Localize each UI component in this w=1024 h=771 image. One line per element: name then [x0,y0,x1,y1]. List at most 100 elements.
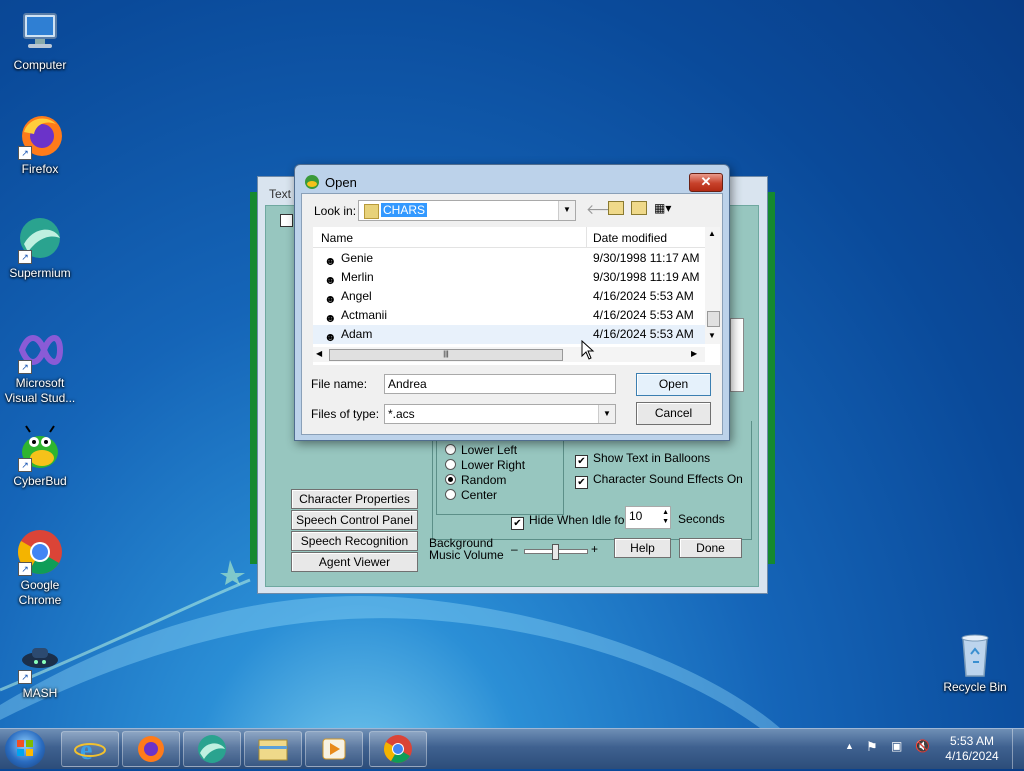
taskbar: e ▲ ⚑ ▣ 🔇 5:53 AM 4/16/2024 [0,728,1024,769]
speech-recognition-button[interactable]: Speech Recognition [291,531,418,551]
action-center-flag-icon[interactable]: ⚑ [866,739,878,755]
horizontal-scroll-thumb[interactable]: ||| [329,349,563,361]
show-hidden-icons-chevron-icon[interactable]: ▲ [845,741,854,751]
agent-file-icon: ☻ [324,273,337,287]
hide-when-idle-option[interactable]: ✔ Hide When Idle for [511,513,628,530]
spinner-arrows-icon[interactable]: ▲ ▼ [662,508,669,526]
taskbar-chrome[interactable] [369,731,427,767]
show-text-checkbox[interactable]: ✔ [575,455,588,468]
done-button[interactable]: Done [679,538,742,558]
sound-effects-checkbox[interactable]: ✔ [575,476,588,489]
new-folder-icon[interactable] [631,201,647,215]
chevron-down-icon[interactable]: ▼ [598,405,615,423]
column-name[interactable]: Name [321,231,353,245]
show-desktop-button[interactable] [1012,729,1024,769]
volume-muted-icon[interactable]: 🔇 [915,739,930,753]
seconds-label: Seconds [678,512,725,526]
column-divider[interactable] [586,227,587,247]
radio-lower-left[interactable] [445,444,456,455]
supermium-icon [198,735,226,763]
idle-seconds-spinner[interactable]: 10 ▲ ▼ [625,506,671,529]
file-row[interactable]: ☻ Adam 4/16/2024 5:53 AM [313,325,705,344]
open-file-dialog: Open ✕ Look in: CHARS ▼ 🡐 ▦▾ Name Date m… [294,164,730,441]
firefox-icon: ↗ [16,112,64,160]
scroll-up-icon[interactable]: ▲ [708,229,716,238]
up-folder-icon[interactable] [608,201,624,215]
column-date-modified[interactable]: Date modified [593,231,667,245]
radio-lower-right[interactable] [445,459,456,470]
chevron-down-icon[interactable]: ▼ [558,201,575,220]
file-list[interactable]: Name Date modified ☻ Genie 9/30/1998 11:17… [313,227,720,365]
clock-time: 5:53 AM [949,734,995,748]
mouse-cursor-icon [581,340,595,360]
sound-effects-option[interactable]: ✔ Character Sound Effects On [575,472,743,489]
clock[interactable]: 5:53 AM 4/16/2024 [940,734,1004,764]
agent-viewer-button[interactable]: Agent Viewer [291,552,418,572]
hide-idle-checkbox[interactable]: ✔ [511,517,524,530]
file-row[interactable]: ☻ Merlin 9/30/1998 11:19 AM [313,268,705,287]
windows-logo-icon [17,740,33,756]
radio-random[interactable] [445,474,456,485]
desktop-icon-firefox[interactable]: ↗ Firefox [0,112,80,176]
position-lower-right[interactable]: Lower Right [445,458,525,472]
folder-icon [364,204,379,219]
taskbar-media-player[interactable] [305,731,363,767]
open-button[interactable]: Open [636,373,711,396]
taskbar-ie[interactable]: e [61,731,119,767]
agent-file-icon: ☻ [324,292,337,306]
speech-control-panel-button[interactable]: Speech Control Panel [291,510,418,530]
desktop-icon-label: Google Chrome [18,578,62,607]
network-icon[interactable]: ▣ [891,739,902,753]
taskbar-file-explorer[interactable] [244,731,302,767]
agent-list-scrollbar[interactable] [730,318,744,392]
taskbar-firefox[interactable] [122,731,180,767]
character-properties-button[interactable]: Character Properties [291,489,418,509]
radio-center[interactable] [445,489,456,500]
agent-option-checkbox[interactable] [280,214,293,227]
file-row[interactable]: ☻ Genie 9/30/1998 11:17 AM [313,249,705,268]
desktop-icon-visual-studio[interactable]: ↗ Microsoft Visual Stud... [0,326,80,406]
files-of-type-label: Files of type: [311,407,380,421]
scroll-right-icon[interactable]: ▶ [691,349,697,358]
start-button[interactable] [5,730,45,768]
file-name-input[interactable]: Andrea [384,374,616,394]
position-center[interactable]: Center [445,488,497,502]
dialog-body: Look in: CHARS ▼ 🡐 ▦▾ Name Date modified… [301,193,723,435]
music-volume-slider[interactable] [524,544,588,560]
volume-minus-label: – [511,542,518,556]
show-text-balloons-option[interactable]: ✔ Show Text in Balloons [575,451,710,468]
view-menu-icon[interactable]: ▦▾ [654,201,671,215]
cancel-button[interactable]: Cancel [636,402,711,425]
agent-file-icon: ☻ [324,254,337,268]
files-of-type-dropdown[interactable]: *.acs ▼ [384,404,616,424]
file-list-header: Name Date modified [313,227,705,248]
agent-file-icon: ☻ [324,311,337,325]
desktop-icon-mash[interactable]: ↗ MASH [0,636,80,700]
taskbar-supermium[interactable] [183,731,241,767]
desktop-icon-google-chrome[interactable]: ↗ Google Chrome [0,528,80,608]
desktop-icon-supermium[interactable]: ↗ Supermium [0,216,80,280]
help-button[interactable]: Help [614,538,671,558]
look-in-value: CHARS [381,203,428,217]
position-random[interactable]: Random [445,473,506,487]
chrome-icon [384,735,412,763]
scroll-down-icon[interactable]: ▼ [708,331,716,340]
horizontal-scrollbar[interactable]: ◀ ||| ▶ [313,347,705,362]
recycle-bin-icon [951,630,999,678]
desktop-icon-computer[interactable]: Computer [0,8,80,72]
desktop-icon-recycle-bin[interactable]: Recycle Bin [935,630,1015,694]
chrome-icon: ↗ [16,528,64,576]
look-in-dropdown[interactable]: CHARS ▼ [358,200,576,221]
file-row[interactable]: ☻ Actmanii 4/16/2024 5:53 AM [313,306,705,325]
close-button[interactable]: ✕ [689,173,723,192]
scroll-left-icon[interactable]: ◀ [316,349,322,358]
vertical-scroll-thumb[interactable] [707,311,720,327]
slider-thumb[interactable] [552,544,559,560]
vertical-scrollbar[interactable]: ▲ ▼ [705,227,720,344]
agent-window-tab-label: Text [269,187,292,201]
desktop-icon-label: Computer [13,58,67,72]
desktop-icon-label: Recycle Bin [943,680,1007,694]
desktop-icon-cyberbud[interactable]: ↗ CyberBud [0,424,80,488]
position-lower-left[interactable]: Lower Left [445,443,517,457]
file-row[interactable]: ☻ Angel 4/16/2024 5:53 AM [313,287,705,306]
